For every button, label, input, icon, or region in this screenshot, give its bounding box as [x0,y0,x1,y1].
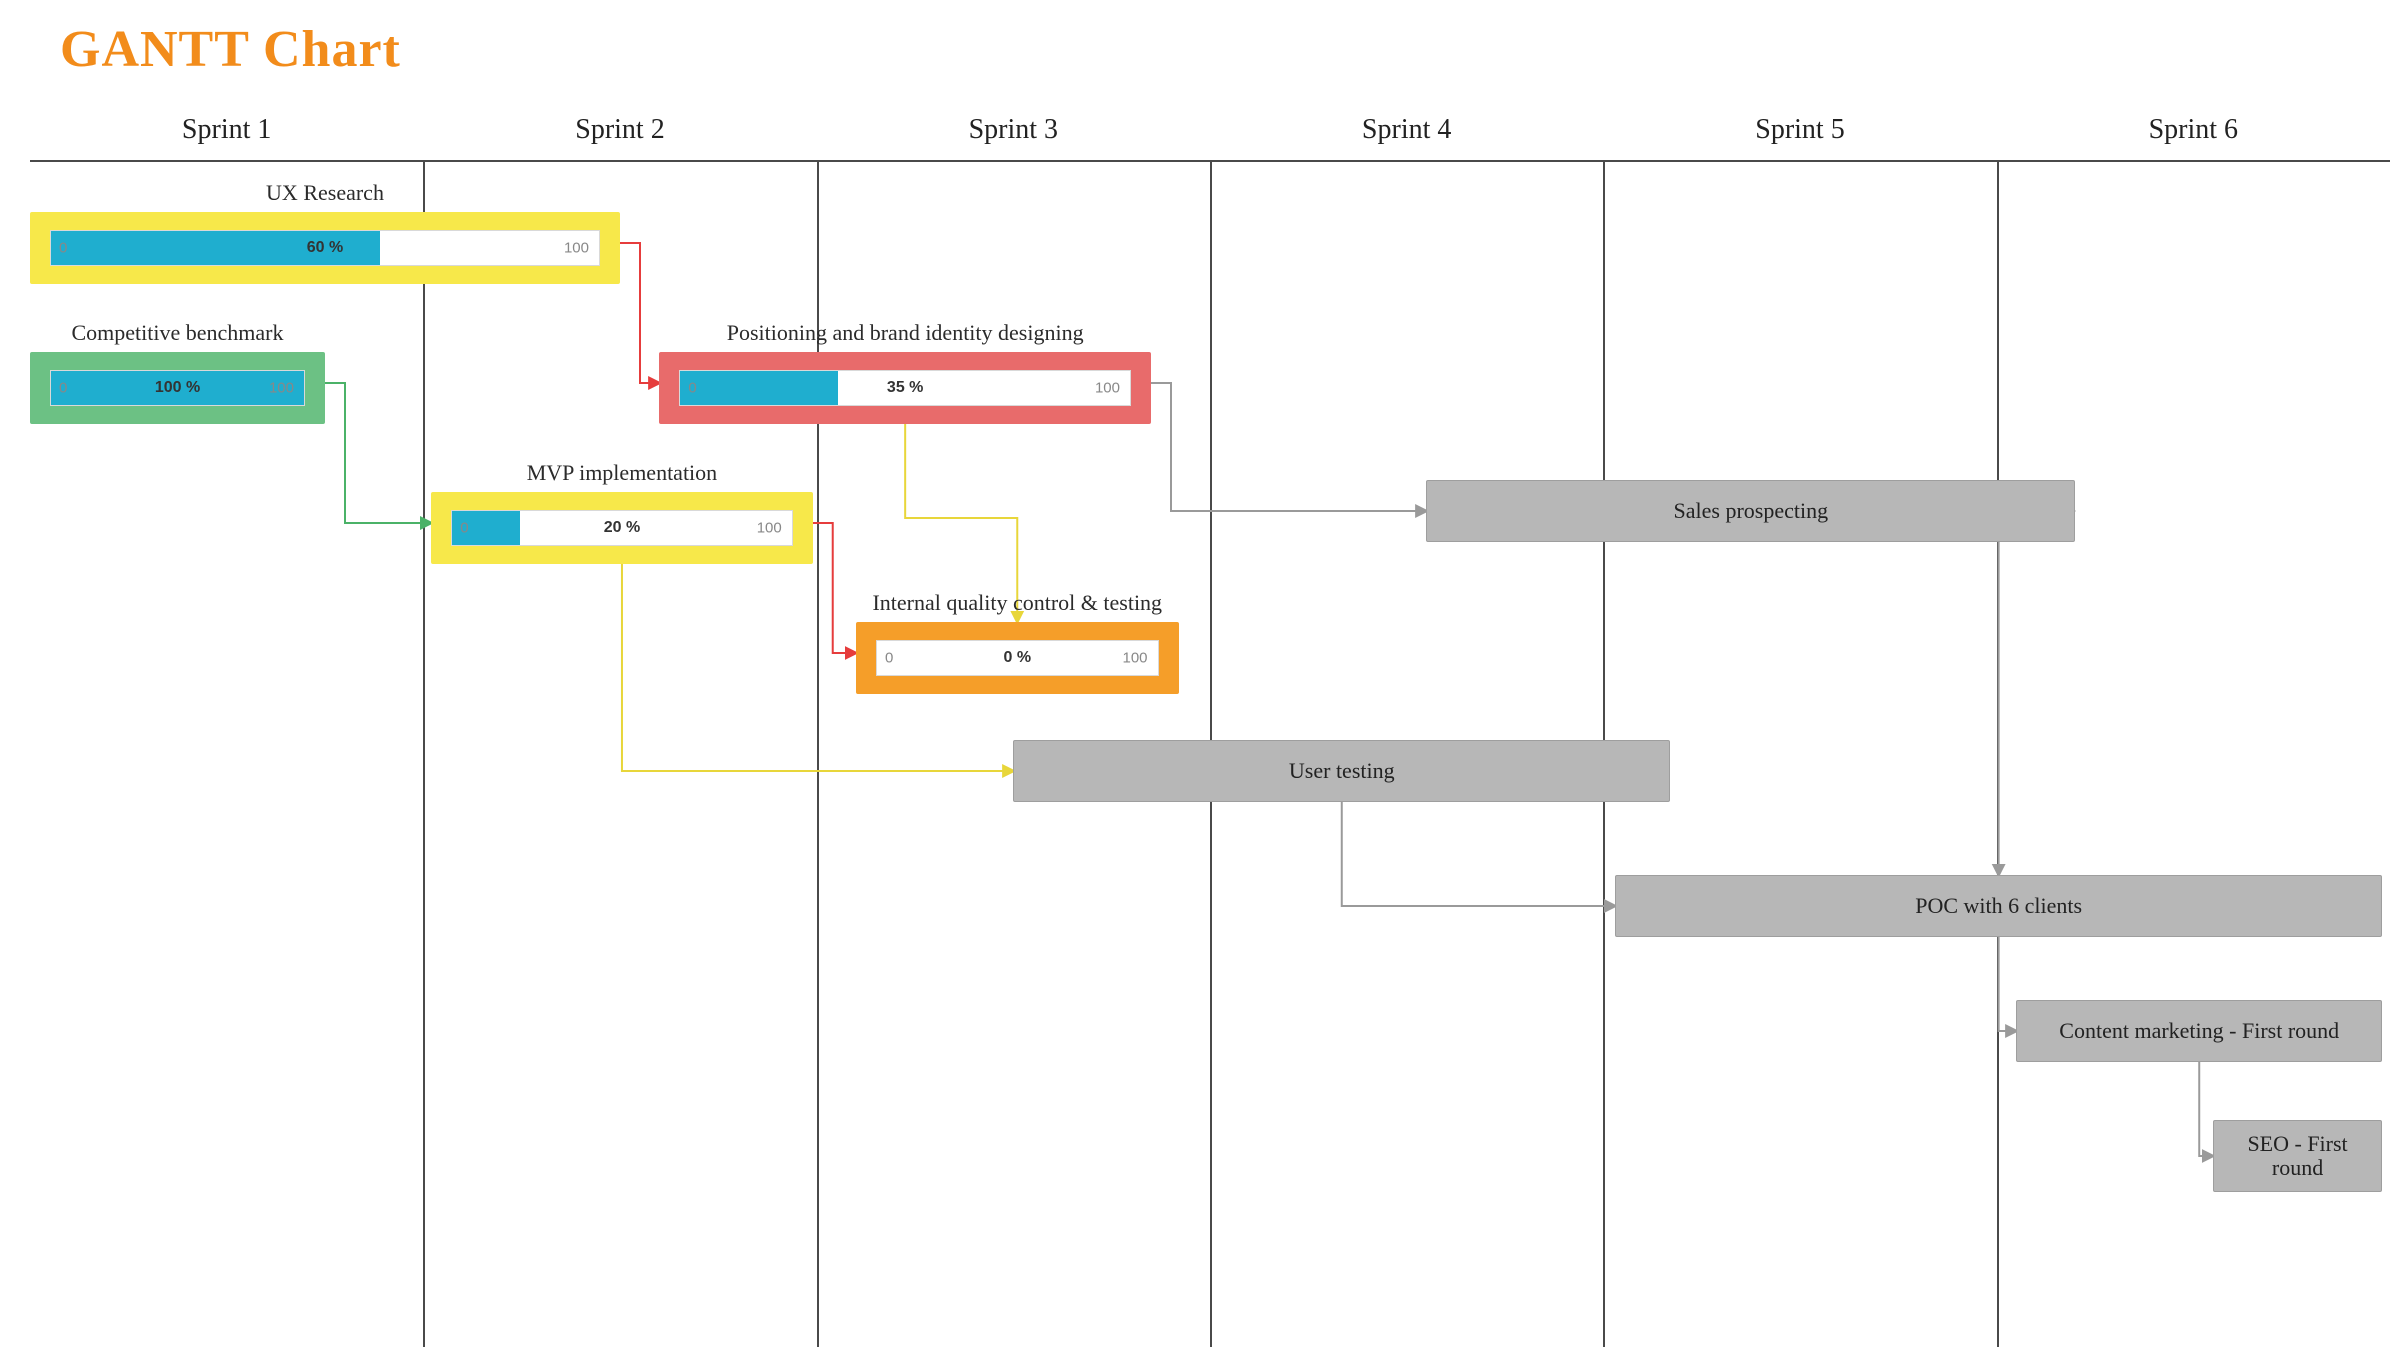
gantt-chart: Sprint 1Sprint 2Sprint 3Sprint 4Sprint 5… [30,100,2390,1307]
task-box: 0 100 60 % [30,212,620,284]
progress-value: 20 % [604,519,640,537]
progress-value: 35 % [887,379,923,397]
task-box: 0 100 100 % [30,352,325,424]
task-box: Sales prospecting [1426,480,2075,542]
progress-max: 100 [1095,380,1120,397]
progress-min: 0 [59,380,67,397]
progress-value: 100 % [155,379,200,397]
progress-max: 100 [269,380,294,397]
task-mvp[interactable]: MVP implementation 0 100 20 % [431,460,813,564]
progress-max: 100 [564,240,589,257]
task-label: Competitive benchmark [30,320,325,346]
progress-track: 0 100 20 % [451,510,793,546]
task-content[interactable]: Content marketing - First round [2016,1000,2382,1062]
progress-value: 60 % [307,239,343,257]
sprint-header-1: Sprint 1 [30,114,423,146]
task-label: SEO - First round [2226,1132,2369,1180]
task-box: 0 100 20 % [431,492,813,564]
progress-max: 100 [1123,650,1148,667]
task-label: User testing [1289,758,1395,784]
sprint-header-4: Sprint 4 [1210,114,1603,146]
task-box: 0 100 35 % [659,352,1151,424]
progress-fill [680,371,837,405]
progress-track: 0 100 0 % [876,640,1159,676]
progress-min: 0 [460,520,468,537]
sprint-header-6: Sprint 6 [1997,114,2390,146]
task-box: POC with 6 clients [1615,875,2382,937]
progress-value: 0 % [1003,649,1031,667]
progress-min: 0 [59,240,67,257]
sprint-header-2: Sprint 2 [423,114,816,146]
progress-min: 0 [885,650,893,667]
progress-track: 0 100 35 % [679,370,1131,406]
task-label: UX Research [30,180,620,206]
progress-max: 100 [757,520,782,537]
task-user-testing[interactable]: User testing [1013,740,1670,802]
task-label: Sales prospecting [1674,498,1829,524]
task-label: Positioning and brand identity designing [659,320,1151,346]
task-box: Content marketing - First round [2016,1000,2382,1062]
progress-min: 0 [688,380,696,397]
task-box: User testing [1013,740,1670,802]
column-separator [1997,160,1999,1347]
task-label: Internal quality control & testing [856,590,1179,616]
progress-track: 0 100 60 % [50,230,600,266]
sprint-header-5: Sprint 5 [1603,114,1996,146]
sprint-header-3: Sprint 3 [817,114,1210,146]
task-label: Content marketing - First round [2059,1018,2339,1044]
task-ux[interactable]: UX Research 0 100 60 % [30,180,620,284]
task-positioning[interactable]: Positioning and brand identity designing… [659,320,1151,424]
task-benchmark[interactable]: Competitive benchmark 0 100 100 % [30,320,325,424]
task-box: 0 100 0 % [856,622,1179,694]
task-seo[interactable]: SEO - First round [2213,1120,2382,1192]
task-box: SEO - First round [2213,1120,2382,1192]
task-label: POC with 6 clients [1915,893,2082,919]
task-qa[interactable]: Internal quality control & testing 0 100 0 … [856,590,1179,694]
column-separator [423,160,425,1347]
task-label: MVP implementation [431,460,813,486]
progress-track: 0 100 100 % [50,370,305,406]
page-title: GANTT Chart [60,20,401,79]
task-poc[interactable]: POC with 6 clients [1615,875,2382,937]
task-sales[interactable]: Sales prospecting [1426,480,2075,542]
